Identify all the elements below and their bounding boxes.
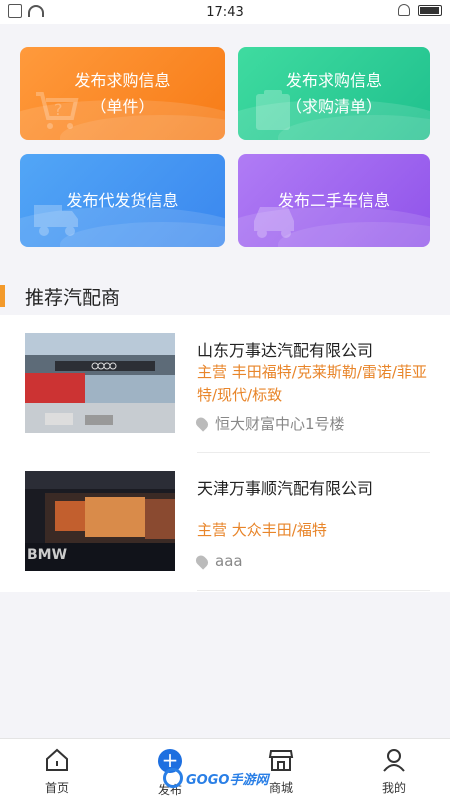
card-subtitle: （求购清单） [285, 96, 382, 116]
dealer-item[interactable]: 山东万事达汽配有限公司 主营 丰田福特/克莱斯勒/雷诺/菲亚特/现代/标致 恒大… [0, 315, 450, 453]
post-purchase-single-card[interactable]: ? 发布求购信息 （单件） [20, 47, 225, 140]
list-divider [197, 590, 430, 591]
status-time: 17:43 [206, 4, 244, 20]
sim-icon [8, 4, 22, 18]
dealer-name: 山东万事达汽配有限公司 [197, 341, 374, 360]
svg-text:?: ? [54, 100, 63, 119]
section-header: 推荐汽配商 [0, 279, 120, 313]
dealer-list: 山东万事达汽配有限公司 主营 丰田福特/克莱斯勒/雷诺/菲亚特/现代/标致 恒大… [0, 315, 450, 592]
home-icon [46, 748, 68, 771]
section-accent-bar [0, 285, 5, 307]
dealer-main-business: 主营 大众丰田/福特 [197, 521, 327, 539]
cart-question-icon: ? [36, 92, 79, 129]
dealer-address-text: 恒大财富中心1号楼 [215, 415, 345, 433]
dealer-address: aaa [193, 552, 243, 570]
post-used-car-card[interactable]: 发布二手车信息 [238, 154, 430, 247]
card-title: 发布求购信息 [285, 70, 382, 90]
svg-text:BMW: BMW [27, 547, 67, 563]
card-title: 发布求购信息 [74, 70, 171, 90]
location-pin-icon [193, 552, 211, 570]
user-icon [383, 749, 405, 772]
post-purchase-list-card[interactable]: 发布求购信息 （求购清单） [238, 47, 430, 140]
dealer-address: 恒大财富中心1号楼 [193, 413, 345, 434]
watermark-ring-icon [163, 768, 183, 788]
watermark-logo: GOGO手游网 [163, 768, 268, 788]
dealer-photo: BMW [25, 471, 175, 571]
nav-mine[interactable]: 我的 [354, 747, 434, 796]
nav-label: 我的 [381, 781, 406, 795]
shop-icon [268, 750, 294, 771]
card-subtitle: （单件） [90, 96, 155, 116]
battery-icon [418, 4, 442, 16]
location-pin-icon [193, 415, 211, 432]
dealer-item[interactable]: BMW 天津万事顺汽配有限公司 主营 大众丰田/福特 aaa [0, 453, 450, 591]
nav-label: 商城 [268, 781, 293, 795]
mute-bell-icon [398, 4, 410, 16]
nav-home[interactable]: 首页 [17, 747, 97, 796]
action-cards: ? 发布求购信息 （单件） 发布求购信息 （求购清单） 发布代发货信息 发布二手… [20, 47, 430, 247]
watermark-text: GOGO手游网 [186, 772, 269, 788]
status-bar: 17:43 [0, 0, 450, 24]
wifi-icon [28, 5, 44, 17]
dealer-address-text: aaa [215, 552, 243, 570]
section-title: 推荐汽配商 [25, 286, 121, 309]
dealer-name: 天津万事顺汽配有限公司 [197, 479, 374, 498]
dealer-photo [25, 333, 175, 433]
card-title: 发布二手车信息 [277, 190, 390, 210]
dealer-main-business: 主营 丰田福特/克莱斯勒/雷诺/菲亚特/现代/标致 [197, 363, 427, 404]
post-delivery-card[interactable]: 发布代发货信息 [20, 154, 225, 247]
nav-label: 首页 [44, 781, 69, 795]
card-title: 发布代发货信息 [66, 190, 179, 210]
